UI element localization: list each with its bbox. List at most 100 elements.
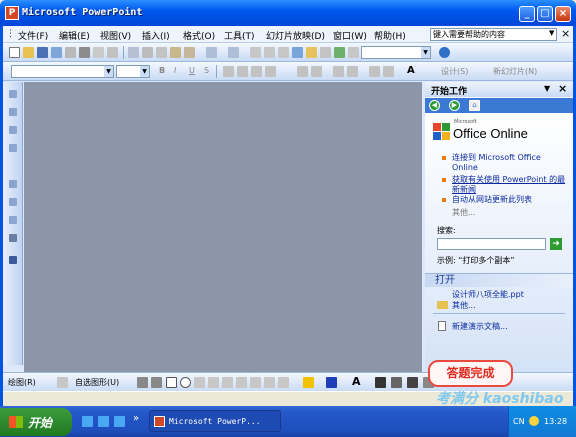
show-formatting-icon[interactable] <box>320 47 331 58</box>
outline-promote-icon[interactable] <box>9 90 17 98</box>
task-pane-dropdown-icon[interactable]: ▼ <box>544 84 550 93</box>
shadow-button[interactable]: S <box>204 66 209 75</box>
menu-format[interactable]: 格式(O) <box>183 29 215 42</box>
forward-icon[interactable]: ▶ <box>449 100 460 111</box>
insert-chart-icon[interactable] <box>250 47 261 58</box>
slide-workspace[interactable] <box>24 82 422 372</box>
latest-news-link[interactable]: 获取有关使用 PowerPoint 的最新新闻 <box>452 175 567 195</box>
picture-icon[interactable] <box>278 377 289 388</box>
undo-icon[interactable] <box>206 47 217 58</box>
close-button[interactable]: × <box>555 6 571 22</box>
menu-tools[interactable]: 工具(T) <box>224 29 255 42</box>
diagram-icon[interactable] <box>222 377 233 388</box>
menu-window[interactable]: 窗口(W) <box>333 29 367 42</box>
draw-menu-button[interactable]: 绘图(R) <box>8 377 36 388</box>
done-badge[interactable]: 答题完成 <box>428 360 513 387</box>
quicklaunch-more-icon[interactable]: » <box>133 413 139 424</box>
font-name-combo[interactable]: ▼ <box>11 65 114 78</box>
search-input[interactable] <box>437 238 546 250</box>
underline-button[interactable]: U <box>189 66 195 75</box>
italic-button[interactable]: I <box>174 66 176 75</box>
design-button[interactable]: 设计(S) <box>441 66 468 77</box>
print-icon[interactable] <box>79 47 90 58</box>
picture-icon[interactable] <box>264 377 275 388</box>
recent-file-link[interactable]: 设计师八项全能.ppt <box>452 290 567 300</box>
decrease-indent-icon[interactable] <box>369 66 380 77</box>
help-search-input[interactable]: 键入需要帮助的内容 <box>430 28 557 41</box>
help-icon[interactable] <box>439 47 450 58</box>
zoom-dropdown-icon[interactable]: ▼ <box>421 47 430 58</box>
line-style-icon[interactable] <box>375 377 386 388</box>
justify-icon[interactable] <box>265 66 276 77</box>
grid-icon[interactable] <box>334 47 345 58</box>
task-pane-close-button[interactable]: × <box>558 82 567 95</box>
ie-icon[interactable] <box>82 416 93 427</box>
paste-icon[interactable] <box>170 47 181 58</box>
tray-icon[interactable] <box>529 416 539 426</box>
move-down-icon[interactable] <box>9 144 17 152</box>
print-preview-icon[interactable] <box>93 47 104 58</box>
open-icon[interactable] <box>23 47 34 58</box>
clipart-icon[interactable] <box>236 377 247 388</box>
auto-update-link[interactable]: 自动从网站更新此列表 <box>452 195 567 205</box>
powerpoint-app-icon[interactable]: P <box>5 6 19 20</box>
format-painter-icon[interactable] <box>184 47 195 58</box>
decrease-font-icon[interactable] <box>347 66 358 77</box>
open-more-link[interactable]: 其他... <box>452 301 567 311</box>
email-icon[interactable] <box>65 47 76 58</box>
new-slide-button[interactable]: 新幻灯片(N) <box>493 66 537 77</box>
title-bar[interactable]: P Microsoft PowerPoint _ □ × <box>0 0 576 26</box>
bullets-icon[interactable] <box>311 66 322 77</box>
connect-office-online-link[interactable]: 连接到 Microsoft Office Online <box>452 153 567 173</box>
insert-hyperlink-icon[interactable] <box>292 47 303 58</box>
new-icon[interactable] <box>9 47 20 58</box>
textbox-icon[interactable] <box>194 377 205 388</box>
arrow-style-icon[interactable] <box>407 377 418 388</box>
line-color-icon[interactable] <box>326 377 337 388</box>
font-color-button[interactable]: A <box>407 65 415 76</box>
color-grayscale-icon[interactable] <box>348 47 359 58</box>
zoom-combo[interactable]: ▼ <box>361 46 431 59</box>
more-link[interactable]: 其他... <box>452 208 567 218</box>
media-player-icon[interactable] <box>114 416 125 427</box>
minimize-button[interactable]: _ <box>519 6 535 22</box>
help-dropdown-icon[interactable]: ▼ <box>549 29 554 37</box>
dash-style-icon[interactable] <box>391 377 402 388</box>
expand-icon[interactable] <box>9 198 17 206</box>
back-icon[interactable]: ◀ <box>429 100 440 111</box>
line-icon[interactable] <box>137 377 148 388</box>
redo-icon[interactable] <box>228 47 239 58</box>
increase-font-icon[interactable] <box>333 66 344 77</box>
permission-icon[interactable] <box>51 47 62 58</box>
picture-icon[interactable] <box>250 377 261 388</box>
rectangle-icon[interactable] <box>166 377 177 388</box>
font-color-draw-button[interactable]: A <box>352 375 361 388</box>
menu-slideshow[interactable]: 幻灯片放映(D) <box>266 29 325 42</box>
search-go-button[interactable]: ➜ <box>550 238 562 250</box>
fill-color-icon[interactable] <box>303 377 314 388</box>
copy-icon[interactable] <box>156 47 167 58</box>
summary-slide-icon[interactable] <box>9 216 17 224</box>
research-icon[interactable] <box>128 47 139 58</box>
increase-indent-icon[interactable] <box>383 66 394 77</box>
oval-icon[interactable] <box>180 377 191 388</box>
language-indicator[interactable]: CN <box>513 417 525 426</box>
move-up-icon[interactable] <box>9 126 17 134</box>
font-dropdown-icon[interactable]: ▼ <box>104 66 113 77</box>
menu-view[interactable]: 视图(V) <box>100 29 131 42</box>
menu-help[interactable]: 帮助(H) <box>374 29 406 42</box>
start-button[interactable]: 开始 <box>0 408 72 436</box>
expand-all-icon[interactable] <box>306 47 317 58</box>
show-desktop-icon[interactable] <box>98 416 109 427</box>
save-icon[interactable] <box>37 47 48 58</box>
wordart-icon[interactable] <box>208 377 219 388</box>
font-size-combo[interactable]: ▼ <box>116 65 150 78</box>
tables-borders-icon[interactable] <box>278 47 289 58</box>
show-formatting-icon[interactable] <box>9 234 17 242</box>
bold-button[interactable]: B <box>159 66 165 75</box>
align-right-icon[interactable] <box>251 66 262 77</box>
collapse-icon[interactable] <box>9 180 17 188</box>
size-dropdown-icon[interactable]: ▼ <box>140 66 149 77</box>
menu-edit[interactable]: 编辑(E) <box>59 29 90 42</box>
align-left-icon[interactable] <box>223 66 234 77</box>
